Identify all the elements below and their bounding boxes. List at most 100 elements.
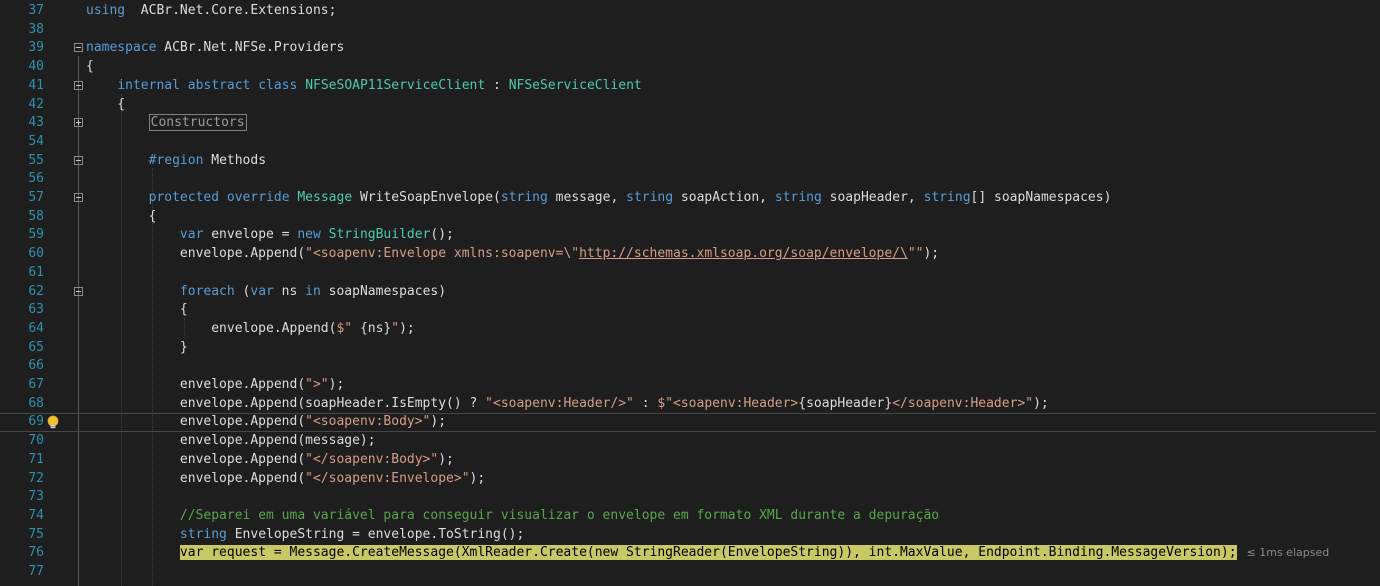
keyword-token: string xyxy=(774,190,822,205)
code-line[interactable]: 64 envelope.Append($" {ns}"); xyxy=(0,320,1380,339)
code-text[interactable]: foreach (var ns in soapNamespaces) xyxy=(86,283,446,302)
glyph-margin[interactable] xyxy=(44,376,84,395)
code-text[interactable]: internal abstract class NFSeSOAP11Servic… xyxy=(86,77,641,96)
code-text[interactable]: envelope.Append("<soapenv:Body>"); xyxy=(86,413,446,432)
collapsed-region[interactable]: Constructors xyxy=(148,114,247,132)
glyph-margin[interactable] xyxy=(44,526,84,545)
code-token: ( xyxy=(234,283,251,299)
code-text[interactable]: using ACBr.Net.Core.Extensions; xyxy=(86,2,336,21)
code-line[interactable]: 73 xyxy=(0,488,1380,507)
glyph-margin[interactable] xyxy=(44,245,84,264)
glyph-margin[interactable] xyxy=(44,432,84,451)
code-line[interactable]: 56 xyxy=(0,170,1380,189)
glyph-margin[interactable] xyxy=(44,170,84,189)
code-line[interactable]: 67 envelope.Append(">"); xyxy=(0,376,1380,395)
code-line[interactable]: 38 xyxy=(0,21,1380,40)
code-line[interactable]: 40 { xyxy=(0,58,1380,77)
collapse-minus-icon[interactable] xyxy=(74,286,83,296)
code-text[interactable]: { xyxy=(86,208,157,227)
code-text[interactable]: var envelope = new StringBuilder(); xyxy=(86,226,454,245)
code-line[interactable]: 69 envelope.Append("<soapenv:Body>"); xyxy=(0,413,1380,432)
keyword-token: override xyxy=(226,190,290,205)
code-text[interactable]: protected override Message WriteSoapEnve… xyxy=(86,189,1112,208)
code-line[interactable]: 61 xyxy=(0,264,1380,283)
expand-plus-icon[interactable] xyxy=(74,118,83,128)
line-number: 42 xyxy=(28,96,44,112)
code-line[interactable]: 55 #region Methods xyxy=(0,152,1380,171)
code-line[interactable]: 76 var request = Message.CreateMessage(X… xyxy=(0,544,1380,563)
glyph-margin[interactable] xyxy=(44,208,84,227)
glyph-margin[interactable] xyxy=(44,133,84,152)
glyph-margin[interactable] xyxy=(44,226,84,245)
code-line[interactable]: 41 internal abstract class NFSeSOAP11Ser… xyxy=(0,77,1380,96)
vertical-scrollbar[interactable] xyxy=(1376,0,1380,586)
code-line[interactable]: 62 foreach (var ns in soapNamespaces) xyxy=(0,283,1380,302)
code-line[interactable]: 66 xyxy=(0,357,1380,376)
glyph-margin[interactable] xyxy=(44,488,84,507)
glyph-margin[interactable] xyxy=(44,507,84,526)
code-text[interactable]: envelope.Append("</soapenv:Body>"); xyxy=(86,451,454,470)
glyph-margin[interactable] xyxy=(44,301,84,320)
url-link[interactable]: http://schemas.xmlsoap.org/soap/envelope… xyxy=(579,246,908,261)
glyph-margin[interactable] xyxy=(44,357,84,376)
glyph-margin[interactable] xyxy=(44,320,84,339)
code-line[interactable]: 42 { xyxy=(0,96,1380,115)
code-text[interactable]: namespace ACBr.Net.NFSe.Providers xyxy=(86,39,344,58)
keyword-token: foreach xyxy=(179,283,235,299)
collapse-minus-icon[interactable] xyxy=(74,80,83,90)
keyword-token: protected xyxy=(148,190,220,205)
code-line[interactable]: 43 Constructors xyxy=(0,114,1380,133)
code-text[interactable]: string EnvelopeString = envelope.ToStrin… xyxy=(86,526,524,545)
code-line[interactable]: 60 envelope.Append("<soapenv:Envelope xm… xyxy=(0,245,1380,264)
code-line[interactable]: 68 envelope.Append(soapHeader.IsEmpty() … xyxy=(0,395,1380,414)
glyph-margin[interactable] xyxy=(44,470,84,489)
code-line[interactable]: 74 //Separei em uma variável para conseg… xyxy=(0,507,1380,526)
keyword-token: string xyxy=(626,190,674,205)
collapse-minus-icon[interactable] xyxy=(74,43,83,53)
code-line[interactable]: 57 protected override Message WriteSoapE… xyxy=(0,189,1380,208)
code-text[interactable]: envelope.Append(message); xyxy=(86,432,376,451)
collapse-minus-icon[interactable] xyxy=(74,193,83,202)
glyph-margin[interactable] xyxy=(44,58,84,77)
glyph-margin[interactable] xyxy=(44,264,84,283)
code-text[interactable]: envelope.Append($" {ns}"); xyxy=(86,320,415,339)
code-text[interactable]: } xyxy=(86,339,188,358)
code-line[interactable]: 71 envelope.Append("</soapenv:Body>"); xyxy=(0,451,1380,470)
code-line[interactable]: 54 xyxy=(0,133,1380,152)
code-text[interactable]: //Separei em uma variável para conseguir… xyxy=(86,507,939,526)
code-text[interactable]: Constructors xyxy=(86,114,247,133)
code-text[interactable]: envelope.Append(soapHeader.IsEmpty() ? "… xyxy=(86,395,1049,414)
code-line[interactable]: 65 } xyxy=(0,339,1380,358)
code-text[interactable]: { xyxy=(86,96,125,115)
code-line[interactable]: 77 xyxy=(0,563,1380,582)
glyph-margin[interactable] xyxy=(44,2,84,21)
code-line[interactable]: 63 { xyxy=(0,301,1380,320)
code-line[interactable]: 39 namespace ACBr.Net.NFSe.Providers xyxy=(0,39,1380,58)
glyph-margin[interactable] xyxy=(44,563,84,582)
code-editor[interactable]: 37 using ACBr.Net.Core.Extensions; 38 39 nam… xyxy=(0,0,1380,586)
glyph-margin[interactable] xyxy=(44,21,84,40)
code-text[interactable]: envelope.Append("</soapenv:Envelope>"); xyxy=(86,470,485,489)
code-text[interactable]: var request = Message.CreateMessage(XmlR… xyxy=(86,544,1329,563)
glyph-margin[interactable] xyxy=(44,395,84,414)
code-text[interactable]: { xyxy=(86,58,94,77)
code-line[interactable]: 58 { xyxy=(0,208,1380,227)
code-text[interactable]: #region Methods xyxy=(86,152,266,171)
keyword-token: namespace xyxy=(86,40,157,56)
code-text[interactable]: envelope.Append("<soapenv:Envelope xmlns… xyxy=(86,245,939,264)
code-line[interactable]: 59 var envelope = new StringBuilder(); xyxy=(0,226,1380,245)
code-line[interactable]: 37 using ACBr.Net.Core.Extensions; xyxy=(0,2,1380,21)
code-text[interactable]: envelope.Append(">"); xyxy=(86,376,344,395)
code-line[interactable]: 75 string EnvelopeString = envelope.ToSt… xyxy=(0,526,1380,545)
code-line[interactable]: 70 envelope.Append(message); xyxy=(0,432,1380,451)
code-text[interactable]: { xyxy=(86,301,188,320)
glyph-margin[interactable] xyxy=(44,96,84,115)
collapse-minus-icon[interactable] xyxy=(74,155,83,165)
glyph-margin[interactable] xyxy=(44,339,84,358)
code-line[interactable]: 72 envelope.Append("</soapenv:Envelope>"… xyxy=(0,470,1380,489)
lightbulb-icon[interactable] xyxy=(46,415,60,430)
line-number: 56 xyxy=(28,171,44,187)
glyph-margin[interactable] xyxy=(44,544,84,563)
glyph-margin[interactable] xyxy=(44,451,84,470)
